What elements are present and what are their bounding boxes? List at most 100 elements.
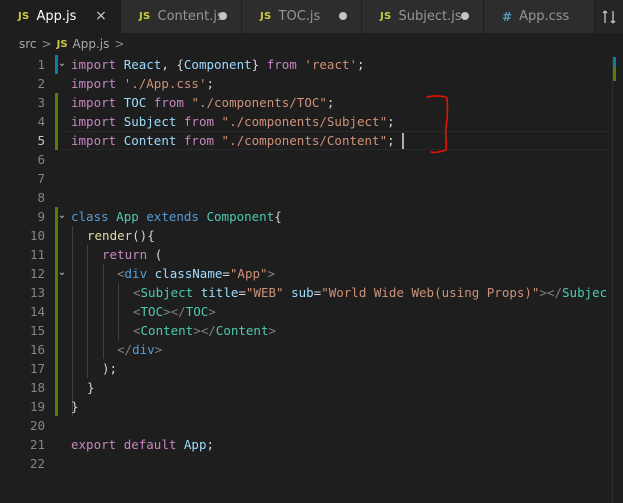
tab-app-js[interactable]: JS App.js × (0, 0, 121, 33)
css-hash-icon: # (502, 9, 513, 24)
line-number: 20 (29, 418, 45, 433)
code-text: import TOC from "./components/TOC"; (71, 95, 335, 110)
code-line[interactable]: 8 (0, 188, 623, 207)
code-line[interactable]: 7 (0, 169, 623, 188)
close-icon[interactable]: × (94, 9, 108, 23)
code-line[interactable]: 16 </div> (0, 340, 623, 359)
git-added-marker (55, 302, 58, 321)
line-number: 15 (29, 323, 45, 338)
split-editor-button[interactable] (595, 0, 623, 33)
text-cursor (402, 133, 404, 149)
code-text: </div> (117, 342, 163, 357)
line-number: 18 (29, 380, 45, 395)
line-number: 1 (37, 57, 45, 72)
code-text: export default App; (71, 437, 215, 452)
git-change-marker (613, 67, 616, 81)
code-line[interactable]: 13 <Subject title="WEB" sub="World Wide … (0, 283, 623, 302)
chevron-right-icon: > (41, 37, 52, 51)
code-line[interactable]: 19 } (0, 397, 623, 416)
git-added-marker (55, 283, 58, 302)
line-number: 4 (37, 114, 45, 129)
modified-dot-icon[interactable] (219, 12, 227, 20)
code-line[interactable]: 12 ⌄ <div className="App"> (0, 264, 623, 283)
code-text: } (71, 399, 79, 414)
breadcrumb-folder[interactable]: src (19, 37, 37, 51)
git-added-marker (55, 359, 58, 378)
code-line[interactable]: 1 ⌄ import React, {Component} from 'reac… (0, 55, 623, 74)
line-number: 17 (29, 361, 45, 376)
js-file-icon: JS (56, 38, 68, 50)
line-number: 8 (37, 190, 45, 205)
tab-label: Subject.js (398, 9, 462, 24)
line-number: 3 (37, 95, 45, 110)
code-text: import React, {Component} from 'react'; (71, 57, 365, 72)
code-text: } (87, 380, 95, 395)
code-line[interactable]: 3 import TOC from "./components/TOC"; (0, 93, 623, 112)
red-bracket-annotation (426, 95, 449, 154)
tab-subject-js[interactable]: JS Subject.js (362, 0, 484, 33)
git-added-marker (55, 340, 58, 359)
line-number: 22 (29, 456, 45, 471)
code-line[interactable]: 14 <TOC></TOC> (0, 302, 623, 321)
line-number: 9 (37, 209, 45, 224)
line-number: 21 (29, 437, 45, 452)
git-added-marker (55, 112, 58, 131)
breadcrumb: src > JS App.js > (0, 33, 623, 55)
modified-dot-icon[interactable] (461, 12, 469, 20)
code-line[interactable]: 10 render(){ (0, 226, 623, 245)
tab-app-css[interactable]: # App.css (484, 0, 595, 33)
git-added-marker (55, 226, 58, 245)
code-line[interactable]: 2 import './App.css'; (0, 74, 623, 93)
tab-label: App.js (36, 9, 77, 24)
code-text: return ( (102, 247, 163, 262)
tab-content-js[interactable]: JS Content.js (121, 0, 242, 33)
overview-ruler[interactable] (612, 55, 623, 503)
chevron-right-icon: > (114, 37, 125, 51)
fold-chevron-icon[interactable]: ⌄ (56, 58, 68, 70)
git-added-marker (55, 93, 58, 112)
code-line[interactable]: 6 (0, 150, 623, 169)
code-text: render(){ (87, 228, 155, 243)
js-file-icon: JS (139, 11, 151, 22)
code-line[interactable]: 20 (0, 416, 623, 435)
tab-label: App.css (519, 9, 570, 24)
code-text: <Content></Content> (133, 323, 277, 338)
code-line[interactable]: 21 export default App; (0, 435, 623, 454)
code-line-current[interactable]: 5 import Content from "./components/Cont… (0, 131, 623, 150)
tab-toc-js[interactable]: JS TOC.js (242, 0, 362, 33)
code-line[interactable]: 18 } (0, 378, 623, 397)
line-number: 5 (37, 133, 45, 148)
code-line[interactable]: 15 <Content></Content> (0, 321, 623, 340)
git-added-marker (55, 321, 58, 340)
tab-label: Content.js (157, 9, 224, 24)
line-number: 7 (37, 171, 45, 186)
code-line[interactable]: 9 ⌄ class App extends Component{ (0, 207, 623, 226)
code-line[interactable]: 17 ); (0, 359, 623, 378)
line-number: 12 (29, 266, 45, 281)
code-text: import Content from "./components/Conten… (71, 133, 395, 148)
code-text: ); (102, 361, 118, 376)
breadcrumb-file[interactable]: App.js (73, 37, 110, 51)
code-line[interactable]: 4 import Subject from "./components/Subj… (0, 112, 623, 131)
modified-dot-icon[interactable] (339, 12, 347, 20)
js-file-icon: JS (18, 11, 30, 22)
code-editor[interactable]: 1 ⌄ import React, {Component} from 'reac… (0, 55, 623, 503)
code-text: class App extends Component{ (71, 209, 282, 224)
fold-chevron-icon[interactable]: ⌄ (56, 210, 68, 222)
tab-label: TOC.js (278, 9, 321, 24)
code-line[interactable]: 22 (0, 454, 623, 473)
git-added-marker (55, 397, 58, 416)
split-editor-icon (602, 10, 616, 23)
code-line[interactable]: 11 return ( (0, 245, 623, 264)
code-text: <div className="App"> (117, 266, 276, 281)
js-file-icon: JS (380, 11, 392, 22)
git-added-marker (55, 378, 58, 397)
editor-tab-bar: JS App.js × JS Content.js JS TOC.js JS S… (0, 0, 623, 33)
line-number: 14 (29, 304, 45, 319)
fold-chevron-icon[interactable]: ⌄ (56, 267, 68, 279)
line-number: 2 (37, 76, 45, 91)
line-number: 19 (29, 399, 45, 414)
code-text: <TOC></TOC> (133, 304, 216, 319)
git-change-marker (613, 57, 616, 67)
git-added-marker (55, 131, 58, 150)
